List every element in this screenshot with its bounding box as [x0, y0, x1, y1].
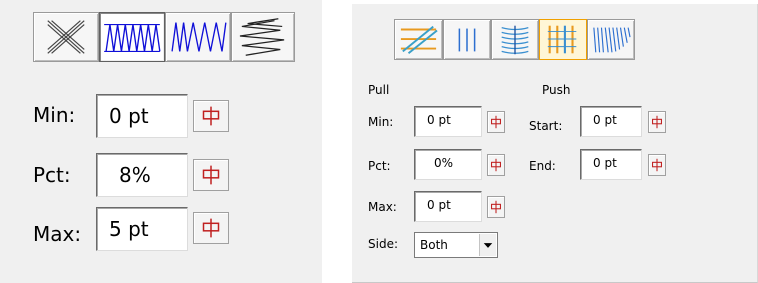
max-value: 5 pt — [109, 217, 149, 241]
push-end-input[interactable]: 0 pt — [580, 149, 642, 180]
stepper-icon — [202, 106, 220, 126]
right-properties-panel: Pull Min: 0 pt Pct: 0% Max: 0 pt Side: B… — [352, 4, 758, 283]
push-end-stepper[interactable] — [648, 154, 666, 176]
push-end-value: 0 pt — [593, 156, 617, 170]
x-lines-button[interactable] — [33, 12, 99, 62]
pull-min-value: 0 pt — [427, 113, 451, 127]
stepper-icon — [202, 165, 220, 185]
vertical-lines-button[interactable] — [443, 19, 491, 60]
stepper-icon — [652, 115, 662, 129]
wave-stitch-icon — [501, 25, 529, 55]
diagonal-orange-icon — [400, 25, 438, 55]
pull-max-input[interactable]: 0 pt — [414, 191, 482, 222]
warp-zigzag-button[interactable] — [99, 12, 165, 62]
pull-heading: Pull — [368, 83, 390, 97]
push-heading: Push — [542, 83, 571, 97]
pull-pct-value: 0% — [434, 156, 454, 170]
pct-label: Pct: — [33, 163, 71, 187]
wave-stitch-button[interactable] — [491, 19, 539, 60]
warp-zigzag-icon — [104, 23, 161, 52]
pull-min-input[interactable]: 0 pt — [414, 106, 482, 137]
pull-pct-label: Pct: — [368, 159, 391, 173]
pct-input[interactable]: 8% — [96, 153, 188, 197]
left-properties-panel: Min: 0 pt Pct: 8% Max: 5 pt — [0, 0, 322, 283]
vertical-lines-icon — [458, 28, 476, 52]
push-start-input[interactable]: 0 pt — [580, 106, 642, 137]
min-input[interactable]: 0 pt — [96, 94, 188, 138]
push-start-value: 0 pt — [593, 113, 617, 127]
satin-columns-icon — [547, 25, 577, 54]
max-input[interactable]: 5 pt — [96, 207, 188, 251]
pct-stepper[interactable] — [193, 159, 229, 191]
side-value: Both — [420, 238, 448, 252]
min-value: 0 pt — [109, 104, 149, 128]
stepper-icon — [202, 218, 220, 238]
push-start-label: Start: — [529, 119, 563, 133]
side-dropdown[interactable]: Both — [414, 232, 498, 258]
push-end-label: End: — [529, 159, 556, 173]
pull-pct-stepper[interactable] — [487, 154, 505, 176]
pull-max-value: 0 pt — [427, 198, 451, 212]
layered-zigzag-icon — [239, 18, 285, 56]
max-stepper[interactable] — [193, 212, 229, 244]
pull-max-label: Max: — [368, 200, 397, 214]
fan-stitch-icon — [593, 27, 631, 53]
stepper-icon — [652, 158, 662, 172]
satin-columns-button[interactable] — [539, 19, 587, 60]
x-lines-icon — [47, 20, 85, 54]
pull-min-stepper[interactable] — [487, 111, 505, 133]
pct-value: 8% — [119, 163, 151, 187]
min-stepper[interactable] — [193, 100, 229, 132]
stepper-icon — [491, 115, 501, 129]
chevron-down-icon — [483, 243, 493, 248]
skew-zigzag-icon — [171, 22, 227, 52]
pull-pct-input[interactable]: 0% — [414, 149, 482, 180]
fan-stitch-button[interactable] — [587, 19, 635, 60]
stepper-icon — [491, 200, 501, 214]
min-label: Min: — [33, 103, 76, 127]
pull-min-label: Min: — [368, 115, 394, 129]
max-label: Max: — [33, 222, 82, 246]
side-label: Side: — [368, 237, 398, 251]
stepper-icon — [491, 158, 501, 172]
side-dropdown-arrow[interactable] — [479, 234, 496, 256]
pull-max-stepper[interactable] — [487, 196, 505, 218]
skew-zigzag-button[interactable] — [165, 12, 231, 62]
layered-zigzag-button[interactable] — [231, 12, 295, 62]
push-start-stepper[interactable] — [648, 111, 666, 133]
diagonal-orange-button[interactable] — [394, 19, 443, 60]
